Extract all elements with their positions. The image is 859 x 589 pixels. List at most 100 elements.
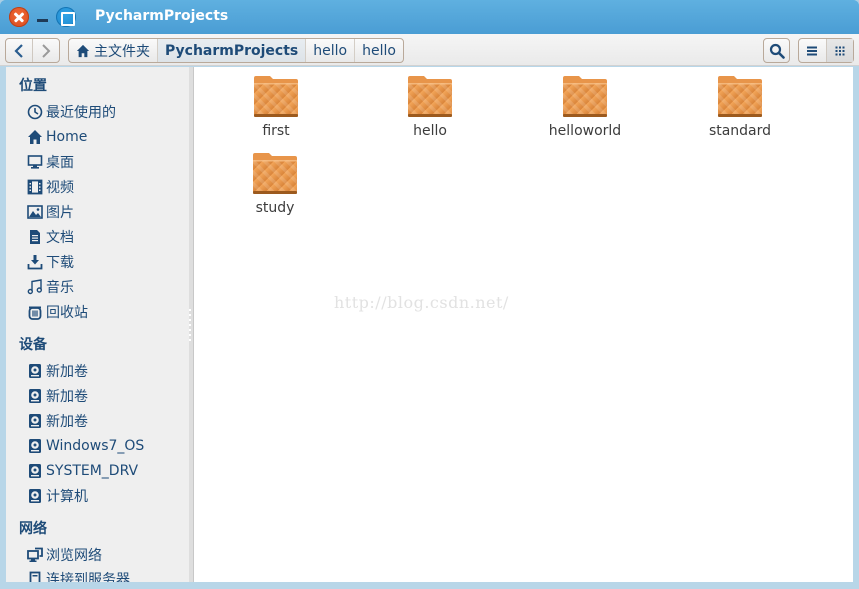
drive-icon [27,413,43,429]
picture-icon [27,204,43,220]
sidebar-item-label: 回收站 [46,305,88,321]
sidebar-item-computer[interactable]: 计算机 [27,485,88,507]
drive-icon [27,363,43,379]
sidebar-item-label: 连接到服务器 [46,572,130,582]
list-view-button[interactable] [799,39,826,62]
sidebar-item-label: Windows7_OS [46,438,145,454]
folder-item[interactable]: hello [375,73,485,139]
sidebar-item-label: 图片 [46,205,74,221]
close-icon[interactable] [9,7,29,27]
film-icon [27,179,43,195]
sidebar-item-system-drv[interactable]: SYSTEM_DRV [27,460,138,482]
chevron-right-icon [42,43,51,58]
back-button[interactable] [6,39,32,62]
drive-icon [27,488,43,504]
resize-grip-dot [189,334,191,336]
sidebar-item-label: 最近使用的 [46,105,116,121]
sidebar-item-label: 新加卷 [46,414,88,430]
sidebar-item-browse-network[interactable]: 浏览网络 [27,544,102,566]
breadcrumb-hello-nested[interactable]: hello [354,39,403,62]
sidebar-item-volume-3[interactable]: 新加卷 [27,410,88,432]
file-view: first hello helloworld standard study ht… [194,67,853,582]
grid-view-button[interactable] [825,39,853,62]
breadcrumb-label: PycharmProjects [165,42,299,59]
resize-grip-dot [189,309,191,311]
sidebar-item-connect-server[interactable]: 连接到服务器 [27,568,130,582]
breadcrumb-label: hello [362,42,396,59]
list-view-icon [807,46,818,55]
toolbar: 主文件夹 PycharmProjects hello hello [0,34,859,66]
resize-grip-dot [189,314,191,316]
resize-grip-dot [189,324,191,326]
view-toggle [798,38,854,63]
chevron-left-icon [14,43,23,58]
folder-item[interactable]: standard [685,73,795,139]
breadcrumb-home[interactable]: 主文件夹 [69,39,157,62]
sidebar-item-label: 音乐 [46,280,74,296]
resize-grip-dot [189,339,191,341]
sidebar-item-volume-2[interactable]: 新加卷 [27,385,88,407]
breadcrumb-hello[interactable]: hello [305,39,354,62]
drive-icon [27,463,43,479]
resize-grip-dot [189,319,191,321]
sidebar: 位置 最近使用的 Home 桌面 视频 图片 文档 下载 音乐 回收站 设备 新… [6,67,189,582]
sidebar-item-label: 桌面 [46,155,74,171]
breadcrumb-label: hello [313,42,348,59]
sidebar-item-label: 新加卷 [46,389,88,405]
folder-item[interactable]: helloworld [530,73,640,139]
sidebar-item-trash[interactable]: 回收站 [27,301,88,323]
sidebar-item-music[interactable]: 音乐 [27,276,74,298]
drive-icon [27,438,43,454]
home-icon [27,129,43,145]
watermark: http://blog.csdn.net/ [334,293,509,312]
sidebar-item-home[interactable]: Home [27,126,87,148]
sidebar-item-label: 文档 [46,230,74,246]
window-title: PycharmProjects [95,8,229,24]
sidebar-item-desktop[interactable]: 桌面 [27,151,74,173]
maximize-icon[interactable] [56,7,76,27]
sidebar-item-label: 下载 [46,255,74,271]
folder-icon [254,76,298,117]
breadcrumb-label: 主文件夹 [94,43,150,60]
folder-name: standard [708,123,772,139]
folder-icon [253,153,297,194]
sidebar-item-label: SYSTEM_DRV [46,463,139,479]
download-icon [27,254,43,270]
network-icon [27,547,43,563]
sidebar-item-label: 视频 [46,180,74,196]
search-button[interactable] [763,38,790,63]
sidebar-item-label: 浏览网络 [46,548,102,564]
forward-button[interactable] [32,39,59,62]
sidebar-item-documents[interactable]: 文档 [27,226,74,248]
title-bar[interactable]: PycharmProjects [0,0,859,34]
folder-item[interactable]: first [221,73,331,139]
sidebar-item-label: Home [46,129,88,145]
minimize-icon[interactable] [37,19,48,22]
folder-name: hello [413,123,447,139]
sidebar-item-windows7-os[interactable]: Windows7_OS [27,435,144,457]
folder-icon [718,76,762,117]
section-devices-heading: 设备 [19,337,47,353]
resize-grip-dot [189,329,191,331]
folder-icon [563,76,607,117]
sidebar-item-downloads[interactable]: 下载 [27,251,74,273]
trash-icon [27,304,43,320]
section-network-heading: 网络 [19,521,47,537]
sidebar-item-recent[interactable]: 最近使用的 [27,101,116,123]
music-icon [27,279,43,295]
sidebar-item-label: 计算机 [46,489,88,505]
sidebar-item-videos[interactable]: 视频 [27,176,74,198]
section-places-heading: 位置 [19,78,47,94]
breadcrumb: 主文件夹 PycharmProjects hello hello [68,38,404,63]
clock-icon [27,104,43,120]
folder-item[interactable]: study [220,150,330,216]
nav-buttons [5,38,60,63]
server-icon [27,571,43,582]
drive-icon [27,388,43,404]
breadcrumb-pycharmprojects[interactable]: PycharmProjects [157,39,306,62]
sidebar-item-pictures[interactable]: 图片 [27,201,74,223]
sidebar-item-volume-1[interactable]: 新加卷 [27,360,88,382]
file-manager-window: PycharmProjects 主文件夹 PycharmProjects hel… [0,0,859,589]
folder-name: study [255,200,295,216]
folder-name: first [262,123,290,139]
